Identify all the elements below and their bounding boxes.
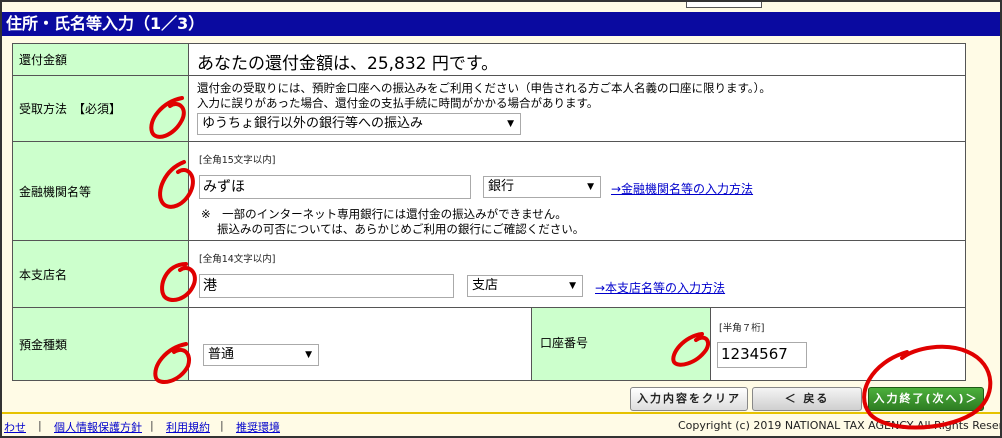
refund-row: 還付金額 あなたの還付金額は、25,832 円です。: [12, 43, 966, 76]
footer-link-contact[interactable]: わせ: [4, 419, 26, 435]
branch-type-select[interactable]: 支店 ▼: [467, 275, 583, 297]
page-title: 住所・氏名等入力（1／3）: [2, 12, 1000, 36]
bank-hint: [全角15文字以内]: [199, 155, 276, 166]
bank-note-2: 振込みの可否については、あらかじめご利用の銀行にご確認ください。: [217, 222, 585, 236]
bank-help-link[interactable]: →金融機関名等の入力方法: [611, 180, 753, 197]
deposit-type-value: 普通: [208, 347, 235, 362]
receipt-note-1: 還付金の受取りには、預貯金口座への振込みをご利用ください（申告される方ご本人名義…: [197, 81, 771, 95]
branch-help-link[interactable]: →本支店名等の入力方法: [595, 279, 725, 296]
receipt-note-2: 入力に誤りがあった場合、還付金の支払手続に時間がかかる場合があります。: [197, 96, 599, 110]
account-number-label: 口座番号: [531, 308, 711, 380]
footer-link-environment[interactable]: 推奨環境: [236, 419, 280, 435]
deposit-type-label: 預金種類: [13, 308, 189, 380]
chevron-down-icon: ▼: [305, 350, 312, 360]
branch-label: 本支店名: [13, 241, 189, 307]
chevron-down-icon: ▼: [587, 182, 594, 192]
footer-separator: |: [150, 419, 154, 432]
bank-label: 金融機関名等: [13, 142, 189, 240]
branch-hint: [全角14文字以内]: [199, 254, 276, 265]
account-number-input[interactable]: 1234567: [717, 342, 807, 368]
bank-type-select[interactable]: 銀行 ▼: [483, 176, 601, 198]
app-window: 住所・氏名等入力（1／3） 還付金額 あなたの還付金額は、25,832 円です。…: [0, 0, 1002, 438]
next-button[interactable]: 入力終了(次へ)＞: [868, 387, 984, 411]
branch-name-input[interactable]: 港: [199, 274, 454, 298]
receipt-method-label: 受取方法 【必須】: [13, 76, 189, 141]
receipt-method-value: ゆうちょ銀行以外の銀行等への振込み: [202, 116, 424, 131]
chevron-down-icon: ▼: [507, 119, 514, 129]
branch-type-value: 支店: [472, 278, 499, 293]
bank-name-input[interactable]: みずほ: [199, 175, 471, 199]
bank-type-value: 銀行: [488, 179, 515, 194]
refund-label: 還付金額: [13, 44, 189, 75]
footer: わせ | 個人情報保護方針 | 利用規約 | 推奨環境 Copyright (c…: [2, 412, 1000, 436]
top-nav-box: [686, 2, 762, 8]
copyright-text: Copyright (c) 2019 NATIONAL TAX AGENCY A…: [678, 419, 1002, 432]
account-number-hint: [半角７桁]: [719, 323, 765, 334]
receipt-method-select[interactable]: ゆうちょ銀行以外の銀行等への振込み ▼: [197, 113, 521, 135]
bank-note-1: ※ 一部のインターネット専用銀行には還付金の振込みができません。: [201, 207, 567, 221]
deposit-type-select[interactable]: 普通 ▼: [203, 344, 319, 366]
footer-link-terms[interactable]: 利用規約: [166, 419, 210, 435]
clear-button[interactable]: 入力内容をクリア: [630, 387, 748, 411]
footer-separator: |: [38, 419, 42, 432]
chevron-down-icon: ▼: [569, 281, 576, 291]
deposit-row: 預金種類 普通 ▼ 口座番号 [半角７桁] 1234567: [12, 307, 966, 381]
refund-amount-text: あなたの還付金額は、25,832 円です。: [197, 54, 499, 74]
footer-link-privacy[interactable]: 個人情報保護方針: [54, 419, 142, 435]
bank-row: 金融機関名等 [全角15文字以内] みずほ 銀行 ▼ →金融機関名等の入力方法 …: [12, 141, 966, 241]
footer-separator: |: [220, 419, 224, 432]
branch-row: 本支店名 [全角14文字以内] 港 支店 ▼ →本支店名等の入力方法: [12, 240, 966, 308]
receipt-method-row: 受取方法 【必須】 還付金の受取りには、預貯金口座への振込みをご利用ください（申…: [12, 75, 966, 142]
back-button[interactable]: ＜ 戻る: [752, 387, 862, 411]
top-nav-strip: [2, 2, 1000, 10]
